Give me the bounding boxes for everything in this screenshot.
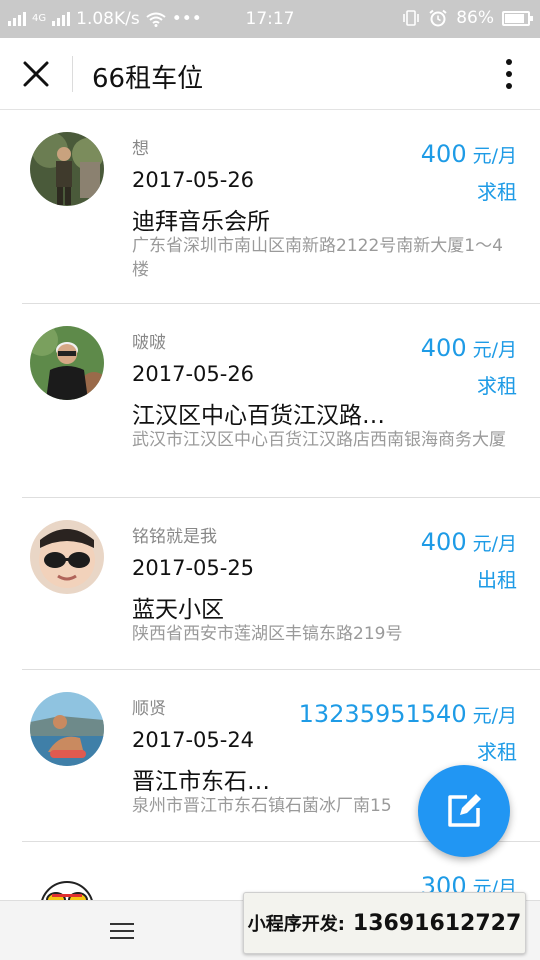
alarm-icon [429,9,447,27]
post-date: 2017-05-26 [132,168,255,192]
page-title: 66租车位 [92,64,204,94]
nickname: 顺贤 [132,699,166,719]
price-value: 13235951540 [298,700,467,728]
price: 400 元/月 [421,528,517,556]
more-vertical-icon[interactable] [502,58,516,90]
price-unit: 元/月 [472,339,517,361]
post-date: 2017-05-25 [132,556,255,580]
nav-divider [72,56,73,92]
place-name: 江汉区中心百货江汉路… [132,403,385,429]
listing-type: 求租 [477,374,517,398]
battery-fill [505,13,524,23]
price-value: 400 [420,140,467,168]
post-date: 2017-05-26 [132,362,255,386]
listing-type: 求租 [477,180,517,204]
battery-percent: 86% [456,8,494,28]
price-value: 400 [420,334,467,362]
vibrate-icon [403,10,420,26]
price: 400 元/月 [421,140,517,168]
nickname: 想 [132,139,149,159]
avatar [30,520,104,594]
listing-type: 出租 [477,568,517,592]
menu-icon[interactable] [110,921,134,941]
list-item[interactable]: 铭铭就是我 2017-05-25 蓝天小区 陕西省西安市莲湖区丰镐东路219号 … [22,498,540,670]
list-item[interactable]: 想 2017-05-26 迪拜音乐会所 广东省深圳市南山区南新路2122号南新大… [22,110,540,304]
price: 400 元/月 [421,334,517,362]
edit-icon [448,794,481,827]
place-name: 迪拜音乐会所 [132,209,270,235]
nickname: 啵啵 [132,333,166,353]
price-value: 400 [420,528,467,556]
ad-banner: 小程序开发: 13691612727 [243,892,526,954]
avatar [30,326,104,400]
listing-type: 求租 [477,740,517,764]
post-date: 2017-05-24 [132,728,255,752]
price: 13235951540 元/月 [299,700,517,728]
ad-label: 小程序开发: [247,914,345,935]
status-right: 86% [402,8,533,28]
address: 陕西省西安市莲湖区丰镐东路219号 [132,624,403,644]
nav-bar: 66租车位 [0,38,540,110]
list-item[interactable]: 啵啵 2017-05-26 江汉区中心百货江汉路… 武汉市江汉区中心百货江汉路店… [22,304,540,498]
price-unit: 元/月 [472,533,517,555]
price-unit: 元/月 [472,145,517,167]
avatar [30,132,104,206]
place-name: 蓝天小区 [132,597,224,623]
avatar [30,692,104,766]
close-icon[interactable] [20,58,52,90]
place-name: 晋江市东石… [132,769,270,795]
status-bar: 4G 1.08K/s ••• 17:17 86% [0,0,540,38]
address: 武汉市江汉区中心百货江汉路店西南银海商务大厦 [132,430,506,450]
battery-icon [502,10,533,26]
price-unit: 元/月 [472,705,517,727]
ad-phone: 13691612727 [352,910,522,936]
address: 广东省深圳市南山区南新路2122号南新大厦1～4楼 [132,236,503,280]
nickname: 铭铭就是我 [132,527,217,547]
compose-button[interactable] [418,765,510,857]
